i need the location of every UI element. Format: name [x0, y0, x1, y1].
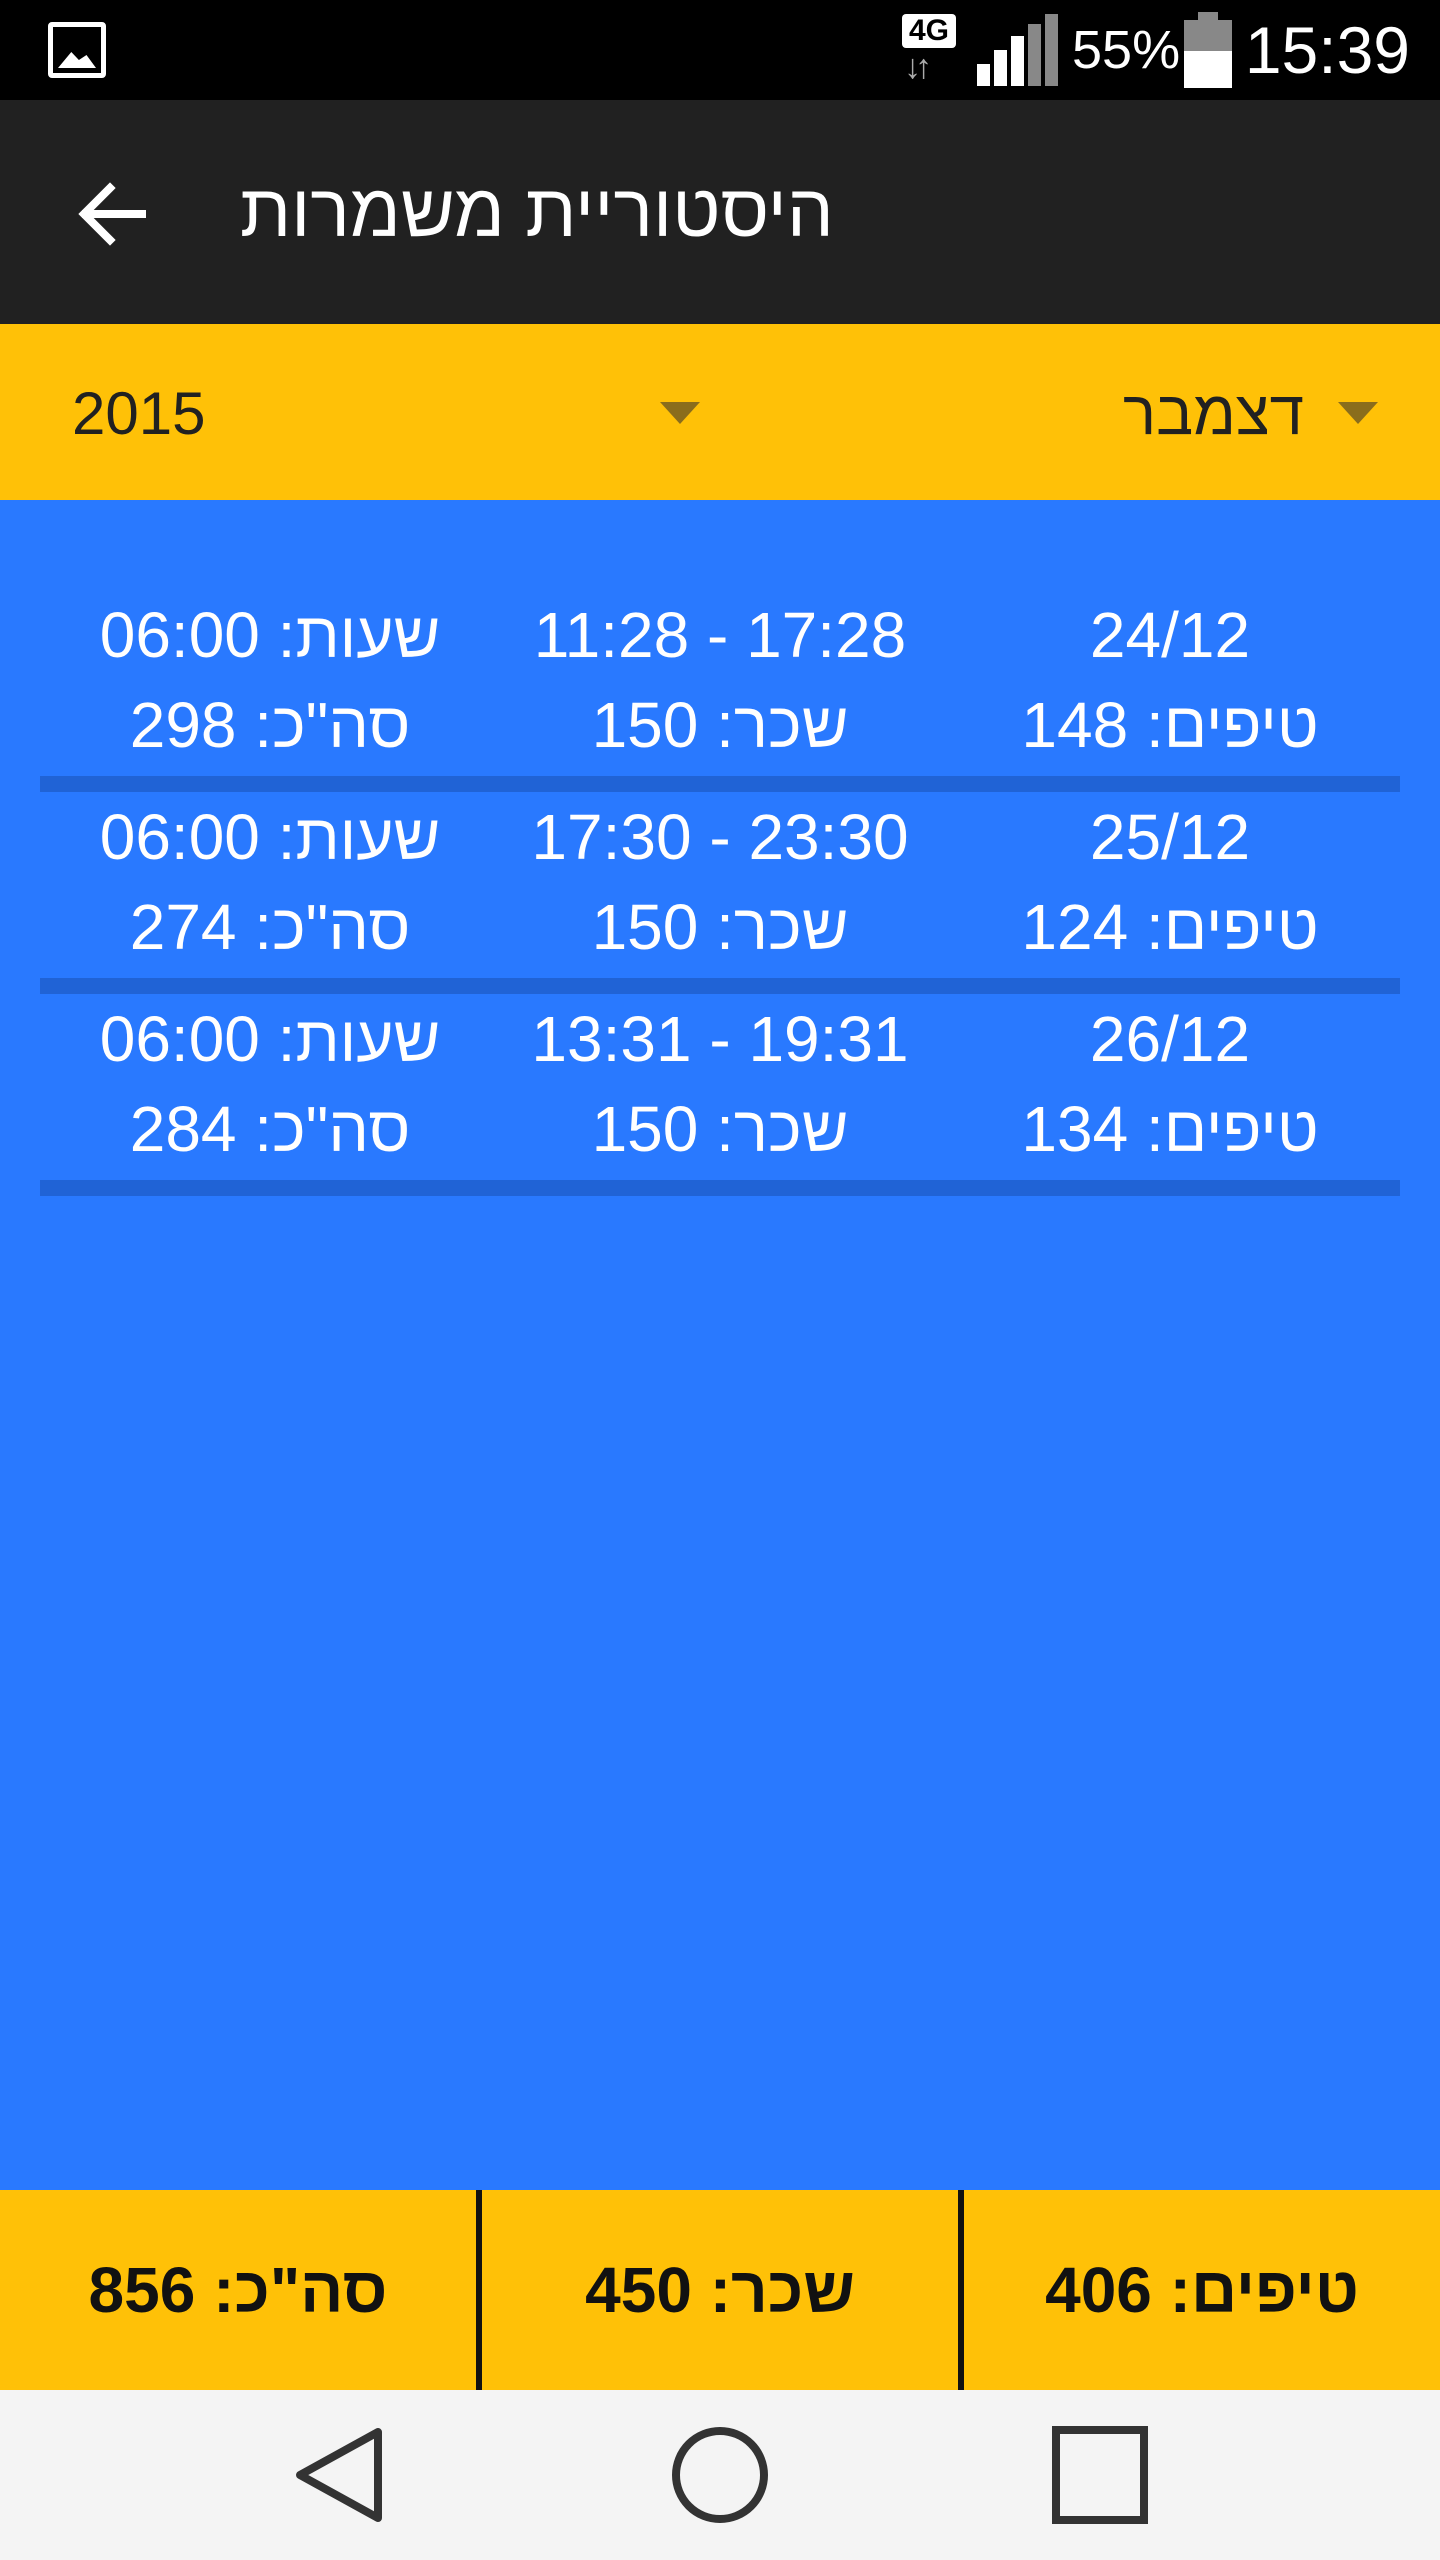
system-nav-bar	[0, 2390, 1440, 2560]
shift-total: סה"כ: 298	[129, 689, 411, 761]
row-divider	[40, 776, 1400, 792]
arrow-back-icon[interactable]	[76, 178, 148, 250]
shift-time-range: 13:31 - 19:31	[531, 1003, 909, 1075]
filter-bar: 2015 דצמבר	[0, 324, 1440, 500]
shift-wage: שכר: 150	[591, 1093, 849, 1165]
network-4g-icon: 4G ↓↑	[900, 14, 958, 86]
row-divider	[40, 978, 1400, 994]
chevron-down-icon	[660, 402, 700, 424]
shift-date: 26/12	[1089, 1003, 1251, 1075]
shift-row[interactable]: 25/12 17:30 - 23:30 שעות: 06:00 טיפים: 1…	[40, 792, 1400, 994]
shift-time-range: 11:28 - 17:28	[533, 599, 907, 671]
totals-bar: סה"כ: 856 שכר: 450 טיפים: 406	[0, 2190, 1440, 2390]
shift-total: סה"כ: 274	[129, 891, 411, 963]
app-bar: היסטוריית משמרות	[0, 100, 1440, 324]
month-dropdown[interactable]: דצמבר	[720, 324, 1440, 500]
shift-hours: שעות: 06:00	[99, 801, 441, 873]
row-divider	[40, 1180, 1400, 1196]
total-wage: שכר: 450	[585, 2254, 855, 2326]
total-sum: סה"כ: 856	[88, 2254, 388, 2326]
battery-percent: 55%	[1072, 20, 1181, 80]
shift-wage: שכר: 150	[591, 689, 849, 761]
shift-date: 25/12	[1089, 801, 1251, 873]
shift-wage: שכר: 150	[591, 891, 849, 963]
status-bar: 4G ↓↑ 55% 15:39	[0, 0, 1440, 100]
total-tips: טיפים: 406	[1045, 2254, 1359, 2326]
battery-icon	[1184, 12, 1232, 88]
shift-total: סה"כ: 284	[129, 1093, 411, 1165]
page-title: היסטוריית משמרות	[240, 169, 834, 252]
chevron-down-icon	[1338, 402, 1378, 424]
shift-tips: טיפים: 134	[1021, 1093, 1319, 1165]
nav-recents-icon[interactable]	[1040, 2420, 1160, 2530]
shift-date: 24/12	[1089, 599, 1251, 671]
shift-time-range: 17:30 - 23:30	[531, 801, 909, 873]
month-value: דצמבר	[1123, 379, 1304, 448]
shift-hours: שעות: 06:00	[99, 599, 441, 671]
shift-row[interactable]: 24/12 11:28 - 17:28 שעות: 06:00 טיפים: 1…	[40, 590, 1400, 792]
year-dropdown[interactable]: 2015	[0, 324, 720, 500]
year-value: 2015	[72, 380, 206, 447]
network-label: 4G	[902, 14, 956, 48]
nav-home-icon[interactable]	[660, 2420, 780, 2530]
clock: 15:39	[1244, 13, 1410, 87]
shift-tips: טיפים: 148	[1021, 689, 1319, 761]
image-icon	[48, 22, 106, 78]
shift-list: 24/12 11:28 - 17:28 שעות: 06:00 טיפים: 1…	[40, 590, 1400, 1196]
signal-icon	[975, 14, 1059, 86]
nav-back-icon[interactable]	[280, 2420, 400, 2530]
shift-hours: שעות: 06:00	[99, 1003, 441, 1075]
shift-row[interactable]: 26/12 13:31 - 19:31 שעות: 06:00 טיפים: 1…	[40, 994, 1400, 1196]
shift-tips: טיפים: 124	[1021, 891, 1319, 963]
